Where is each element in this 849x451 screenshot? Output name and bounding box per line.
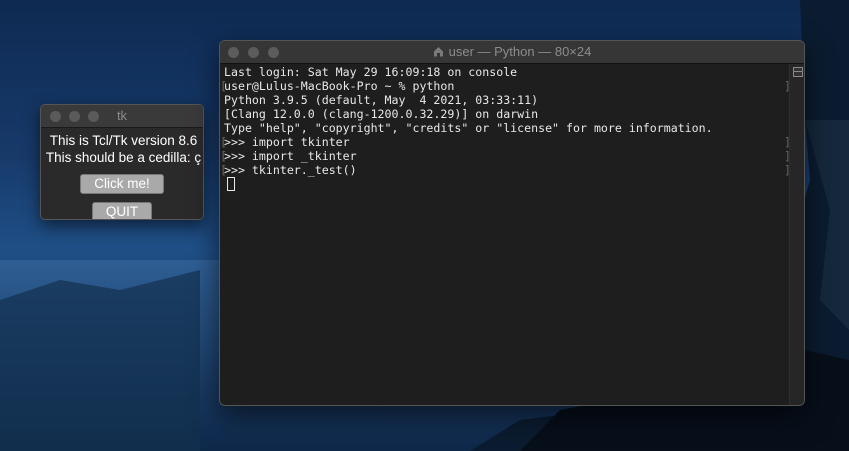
mark-bracket-left: [ bbox=[220, 149, 227, 163]
terminal-line: Type "help", "copyright", "credits" or "… bbox=[224, 121, 713, 135]
terminal-line: [Clang 12.0.0 (clang-1200.0.32.29)] on d… bbox=[224, 107, 539, 121]
tk-body: This is Tcl/Tk version 8.6 This should b… bbox=[41, 128, 203, 219]
mark-bracket-left: [ bbox=[220, 79, 227, 93]
split-pane-icon[interactable] bbox=[793, 67, 803, 77]
mark-bracket-left: [ bbox=[220, 163, 227, 177]
terminal-titlebar[interactable]: user — Python — 80×24 bbox=[220, 41, 804, 64]
mark-bracket-left: [ bbox=[220, 135, 227, 149]
terminal-title: user — Python — 80×24 bbox=[220, 44, 804, 59]
tk-window: tk This is Tcl/Tk version 8.6 This shoul… bbox=[40, 104, 204, 220]
tk-version-label: This is Tcl/Tk version 8.6 bbox=[49, 133, 198, 148]
text-cursor bbox=[227, 177, 235, 191]
terminal-line: [>>> import tkinter] bbox=[220, 135, 791, 149]
terminal-output[interactable]: Last login: Sat May 29 16:09:18 on conso… bbox=[220, 65, 791, 405]
quit-button[interactable]: QUIT bbox=[92, 202, 152, 219]
terminal-line: [user@Lulus-MacBook-Pro ~ % python] bbox=[220, 79, 791, 93]
terminal-window: user — Python — 80×24 Last login: Sat Ma… bbox=[219, 40, 805, 406]
home-icon bbox=[433, 47, 443, 57]
terminal-line: [>>> tkinter._test()] bbox=[220, 163, 791, 177]
click-me-button[interactable]: Click me! bbox=[80, 174, 164, 194]
terminal-title-text: user — Python — 80×24 bbox=[448, 44, 592, 59]
terminal-line: [>>> import _tkinter] bbox=[220, 149, 791, 163]
tk-window-title: tk bbox=[116, 108, 128, 123]
tk-titlebar[interactable]: tk bbox=[41, 105, 203, 128]
terminal-line: Python 3.9.5 (default, May 4 2021, 03:33… bbox=[224, 93, 539, 107]
terminal-line bbox=[224, 177, 788, 191]
tk-cedilla-label: This should be a cedilla: ç bbox=[45, 150, 202, 165]
terminal-line: Last login: Sat May 29 16:09:18 on conso… bbox=[224, 65, 518, 79]
terminal-scrollbar[interactable] bbox=[789, 64, 804, 405]
